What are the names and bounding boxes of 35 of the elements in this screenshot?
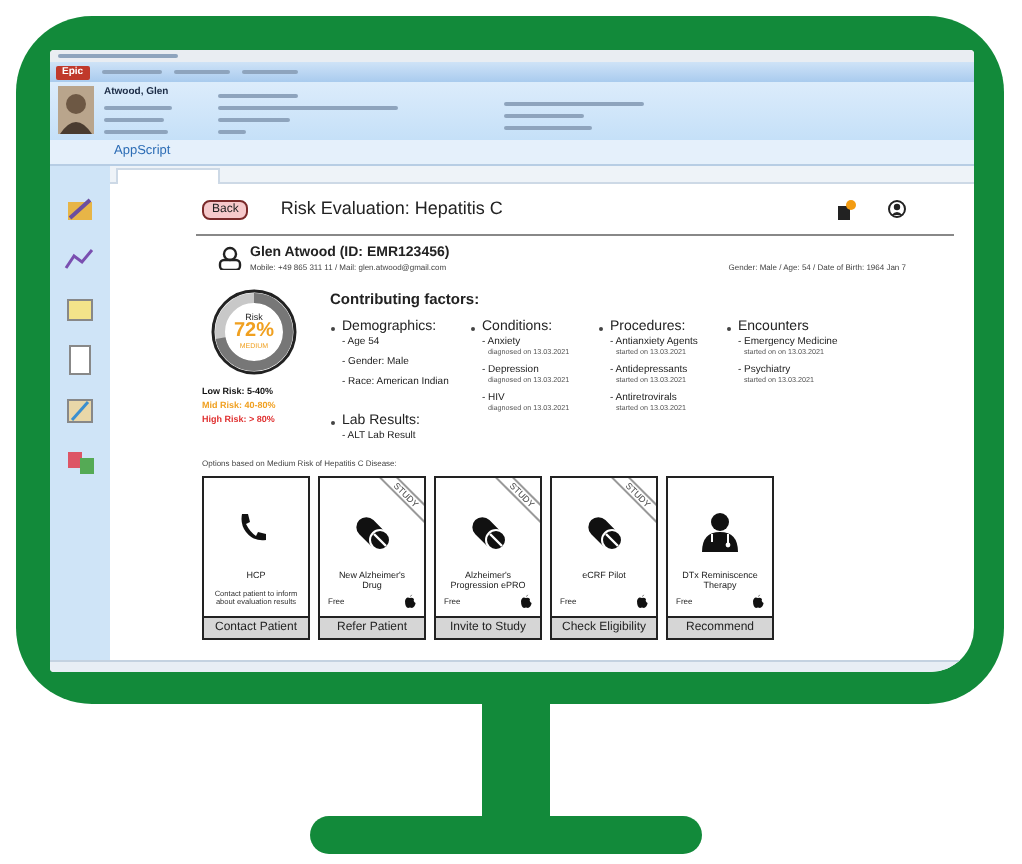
sidebar-app-icon <box>64 394 96 426</box>
patient-photo-icon <box>58 86 94 134</box>
blurred-text-line <box>218 118 290 122</box>
blurred-text-line <box>58 54 178 58</box>
bullet-icon <box>598 325 604 332</box>
blurred-text-line <box>218 94 298 98</box>
bullet-icon <box>470 325 476 332</box>
apple-icon <box>752 593 764 608</box>
blurred-text-line <box>104 106 172 110</box>
sidebar-app-icon <box>64 294 96 326</box>
notification-icon <box>836 199 856 220</box>
blurred-text-line <box>104 118 164 122</box>
blurred-text-line <box>104 130 168 134</box>
blurred-text-line <box>218 130 246 134</box>
document-tab[interactable] <box>116 168 220 184</box>
user-icon <box>888 200 906 219</box>
page-title: Risk Evaluation: Hepatitis C <box>280 196 503 222</box>
blurred-text-line <box>504 114 584 118</box>
sidebar-app-icon <box>64 344 96 376</box>
blurred-text-line <box>504 126 592 130</box>
sidebar-app-icon <box>64 194 96 226</box>
apple-icon <box>404 593 416 608</box>
doctor-icon <box>698 509 742 554</box>
bullet-icon <box>330 325 336 332</box>
bullet-icon <box>726 325 732 332</box>
apple-icon <box>636 593 648 608</box>
person-icon <box>218 245 242 269</box>
blurred-text-line <box>241 70 298 74</box>
risk-value: 72% <box>233 322 274 342</box>
blurred-text-line <box>173 70 230 74</box>
blurred-text-line <box>101 70 162 74</box>
blurred-text-line <box>504 102 644 106</box>
bullet-icon <box>330 419 336 426</box>
risk-gauge <box>210 287 298 375</box>
apple-icon <box>520 593 532 608</box>
